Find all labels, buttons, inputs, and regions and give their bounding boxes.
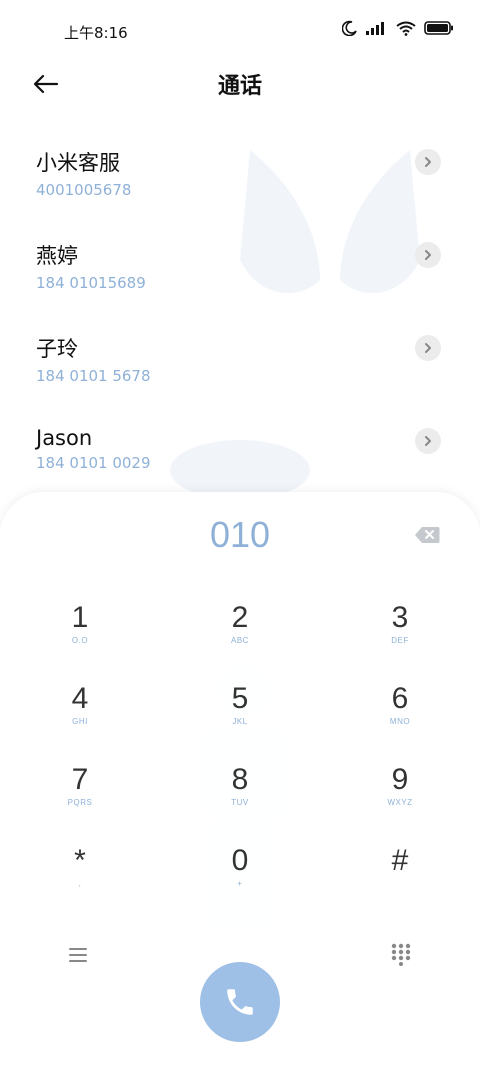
key-digit: 2: [231, 601, 249, 634]
key-digit: 9: [391, 763, 409, 796]
status-icons: [342, 20, 454, 36]
contact-item[interactable]: 子玲 184 0101 5678: [0, 318, 480, 411]
dialpad-icon: [391, 943, 411, 966]
contact-name: 小米客服: [36, 151, 120, 175]
key-letters: JKL: [232, 717, 248, 726]
menu-button[interactable]: [66, 944, 90, 966]
battery-icon: [424, 21, 453, 35]
contact-number: 184 0101 5678: [36, 367, 151, 385]
key-letters: GHI: [72, 717, 88, 726]
key-digit: 7: [71, 763, 89, 796]
key-2[interactable]: 2 ABC: [160, 600, 320, 681]
key-letters: DEF: [391, 636, 409, 645]
key-0[interactable]: 0 +: [160, 843, 320, 924]
backspace-button[interactable]: [414, 526, 440, 544]
key-digit: 1: [71, 601, 89, 634]
key-digit: 0: [231, 844, 249, 877]
contact-number: 4001005678: [36, 181, 132, 199]
contact-number: 184 01015689: [36, 274, 146, 292]
contact-detail-button[interactable]: [415, 242, 441, 268]
keypad-toggle-button[interactable]: [390, 942, 412, 966]
key-7[interactable]: 7 PQRS: [0, 762, 160, 843]
chevron-right-icon: [425, 343, 431, 353]
dialer-panel: 010 1 O.O 2 ABC 3 DEF 4 GHI 5 JKL 6 MNO: [0, 492, 480, 1066]
key-letters: WXYZ: [387, 798, 413, 807]
key-9[interactable]: 9 WXYZ: [320, 762, 480, 843]
key-digit: 5: [231, 682, 249, 715]
key-digit: #: [391, 844, 409, 877]
key-digit: 3: [391, 601, 409, 634]
key-letters: ABC: [231, 636, 249, 645]
key-digit: 6: [391, 682, 409, 715]
key-hash[interactable]: #: [320, 843, 480, 924]
contact-item[interactable]: 小米客服 4001005678: [0, 132, 480, 225]
contact-name: Jason: [36, 426, 93, 450]
contact-detail-button[interactable]: [415, 428, 441, 454]
keypad: 1 O.O 2 ABC 3 DEF 4 GHI 5 JKL 6 MNO 7 PQ…: [0, 600, 480, 924]
key-6[interactable]: 6 MNO: [320, 681, 480, 762]
dialed-number: 010: [209, 514, 271, 555]
moon-icon: [342, 20, 357, 36]
menu-icon: [69, 948, 87, 962]
key-5[interactable]: 5 JKL: [160, 681, 320, 762]
key-star[interactable]: * ,: [0, 843, 160, 924]
key-letters: O.O: [71, 636, 89, 645]
key-1[interactable]: 1 O.O: [0, 600, 160, 681]
key-letters: +: [237, 879, 243, 888]
contact-item[interactable]: Jason 184 0101 0029: [0, 411, 480, 504]
key-letters: ,: [78, 879, 82, 888]
contact-detail-button[interactable]: [415, 335, 441, 361]
phone-icon: [227, 989, 253, 1015]
wifi-icon: [396, 21, 416, 36]
key-digit: *: [74, 844, 86, 877]
header: 通话: [0, 62, 480, 106]
contact-number: 184 0101 0029: [36, 454, 151, 472]
key-digit: 8: [231, 763, 249, 796]
chevron-right-icon: [425, 250, 431, 260]
key-4[interactable]: 4 GHI: [0, 681, 160, 762]
contact-detail-button[interactable]: [415, 149, 441, 175]
call-button[interactable]: [200, 962, 280, 1042]
backspace-icon: [415, 527, 440, 543]
signal-icon: [366, 22, 384, 35]
status-time: 上午8:16: [64, 24, 128, 42]
key-letters: MNO: [389, 717, 411, 726]
status-bar: 上午8:16: [0, 0, 480, 62]
key-8[interactable]: 8 TUV: [160, 762, 320, 843]
key-digit: 4: [71, 682, 89, 715]
contact-name: 燕婷: [36, 244, 78, 268]
contact-name: 子玲: [36, 337, 78, 361]
chevron-right-icon: [425, 157, 431, 167]
contact-list: 小米客服 4001005678 燕婷 184 01015689 子玲 184 0…: [0, 132, 480, 504]
key-3[interactable]: 3 DEF: [320, 600, 480, 681]
key-letters: PQRS: [67, 798, 93, 807]
page-title: 通话: [217, 74, 262, 99]
chevron-right-icon: [425, 436, 431, 446]
contact-item[interactable]: 燕婷 184 01015689: [0, 225, 480, 318]
key-letters: TUV: [231, 798, 249, 807]
